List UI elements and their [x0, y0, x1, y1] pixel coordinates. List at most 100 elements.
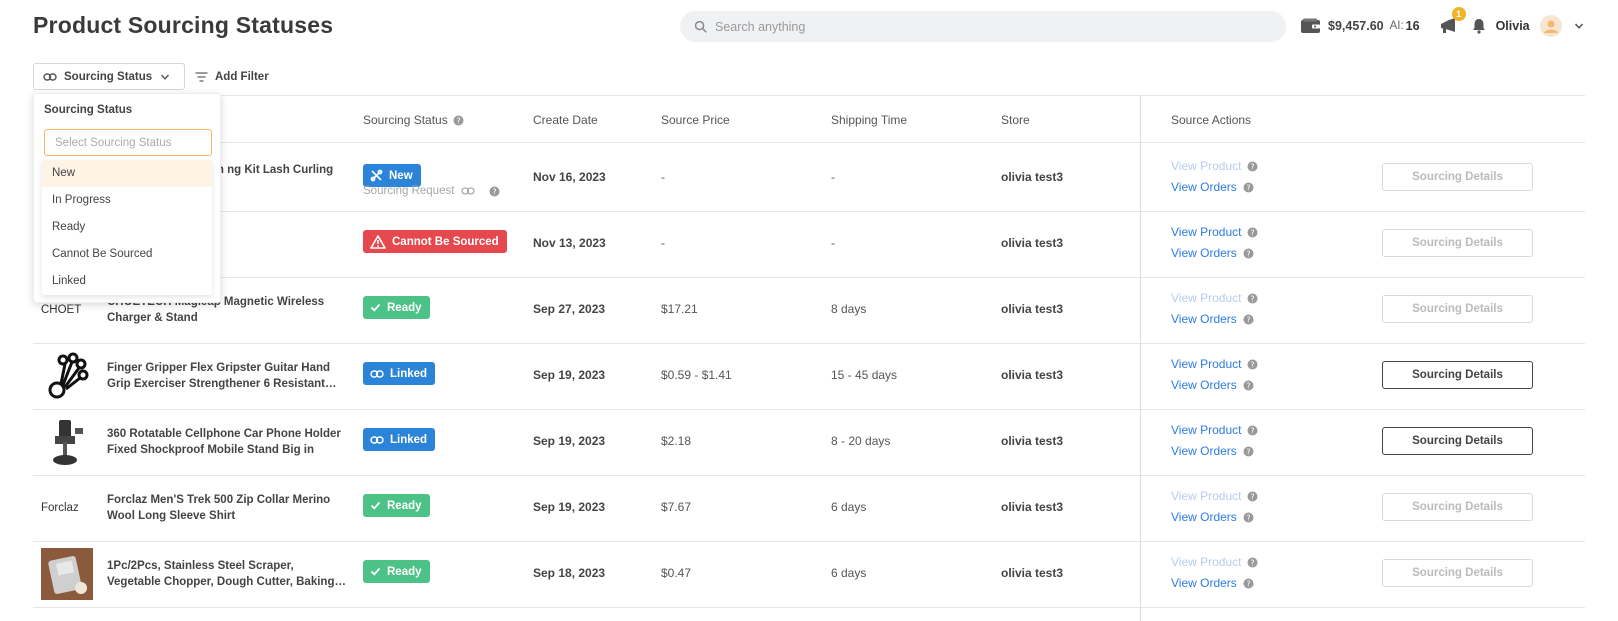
help-icon[interactable]: ?: [1247, 359, 1258, 370]
help-icon[interactable]: ?: [1247, 227, 1258, 238]
search-input[interactable]: [715, 19, 1275, 34]
view-orders-link[interactable]: View Orders?: [1171, 246, 1254, 260]
column-header-store[interactable]: Store: [1001, 113, 1030, 127]
add-filter-label: Add Filter: [215, 70, 269, 83]
svg-text:?: ?: [1251, 294, 1255, 303]
help-icon[interactable]: ?: [1243, 314, 1254, 325]
column-header-source-actions: Source Actions: [1171, 113, 1252, 127]
sourcing-details-button[interactable]: Sourcing Details: [1382, 295, 1533, 323]
view-orders-link[interactable]: View Orders?: [1171, 510, 1254, 524]
help-icon[interactable]: ?: [1247, 491, 1258, 502]
avatar[interactable]: [1539, 15, 1562, 37]
bell-icon[interactable]: [1470, 17, 1488, 35]
help-icon[interactable]: ?: [1247, 557, 1258, 568]
sourcing-status-select-input[interactable]: [44, 129, 212, 156]
link-icon: [461, 187, 476, 195]
view-product-link[interactable]: View Product?: [1171, 423, 1258, 437]
sourcing-details-button[interactable]: Sourcing Details: [1382, 493, 1533, 521]
table-row: Forclaz Forclaz Men'S Trek 500 Zip Collar…: [33, 473, 1585, 542]
view-product-link[interactable]: View Product?: [1171, 489, 1258, 503]
sourcing-details-button[interactable]: Sourcing Details: [1382, 229, 1533, 257]
product-thumbnail[interactable]: [41, 416, 93, 468]
top-right-bar: $9,457.60 AI: 16 1 Olivia: [1300, 0, 1584, 52]
sourcing-details-button[interactable]: Sourcing Details: [1382, 361, 1533, 389]
view-product-link[interactable]: View Product?: [1171, 159, 1258, 173]
help-icon[interactable]: ?: [1247, 293, 1258, 304]
source-price: $0.47: [661, 566, 692, 580]
view-orders-link[interactable]: View Orders?: [1171, 180, 1254, 194]
svg-text:?: ?: [1246, 447, 1250, 456]
username[interactable]: Olivia: [1496, 19, 1530, 33]
dropdown-option-ready[interactable]: Ready: [42, 214, 212, 241]
view-orders-link[interactable]: View Orders?: [1171, 378, 1254, 392]
view-orders-label: View Orders: [1171, 444, 1237, 458]
dropdown-option-in-progress[interactable]: In Progress: [42, 187, 212, 214]
sourcing-details-button[interactable]: Sourcing Details: [1382, 427, 1533, 455]
svg-text:?: ?: [1246, 249, 1250, 258]
product-thumbnail[interactable]: Forclaz: [41, 482, 93, 534]
view-product-link[interactable]: View Product?: [1171, 225, 1258, 239]
product-name[interactable]: Finger Gripper Flex Gripster Guitar Hand…: [107, 360, 347, 392]
sourcing-details-button[interactable]: Sourcing Details: [1382, 163, 1533, 191]
help-icon[interactable]: ?: [1243, 248, 1254, 259]
shipping-time: 15 - 45 days: [831, 368, 898, 382]
column-header-shipping-time[interactable]: Shipping Time: [831, 113, 907, 127]
svg-text:?: ?: [1251, 492, 1255, 501]
help-icon[interactable]: ?: [1243, 446, 1254, 457]
help-icon[interactable]: ?: [1243, 512, 1254, 523]
product-image: [41, 548, 93, 600]
product-thumbnail[interactable]: [41, 350, 93, 402]
status-badge-label: Ready: [387, 565, 422, 578]
table-row: Finger Gripper Flex Gripster Guitar Hand…: [33, 341, 1585, 410]
help-icon[interactable]: ?: [1243, 182, 1254, 193]
help-icon[interactable]: ?: [1247, 161, 1258, 172]
column-header-source-price[interactable]: Source Price: [661, 113, 730, 127]
view-orders-label: View Orders: [1171, 246, 1237, 260]
view-orders-label: View Orders: [1171, 312, 1237, 326]
unlink-icon: [370, 169, 383, 182]
status-badge: Linked: [363, 362, 436, 385]
view-product-link[interactable]: View Product?: [1171, 291, 1258, 305]
megaphone-icon[interactable]: 1: [1438, 7, 1466, 37]
view-product-link[interactable]: View Product?: [1171, 357, 1258, 371]
product-name[interactable]: Forclaz Men'S Trek 500 Zip Collar Merino…: [107, 492, 347, 524]
dropdown-option-linked[interactable]: Linked: [42, 268, 212, 295]
chevron-down-icon[interactable]: [1574, 21, 1584, 31]
product-name[interactable]: 1Pc/2Pcs, Stainless Steel Scraper, Veget…: [107, 558, 347, 590]
product-name[interactable]: 360 Rotatable Cellphone Car Phone Holder…: [107, 426, 347, 458]
create-date: Sep 19, 2023: [533, 434, 606, 448]
status-badge: Ready: [363, 296, 430, 319]
store-name: olivia test3: [1001, 236, 1064, 250]
column-header-create-date[interactable]: Create Date: [533, 113, 598, 127]
dropdown-option-new[interactable]: New: [42, 160, 212, 187]
shipping-time: -: [831, 236, 835, 250]
create-date: Sep 19, 2023: [533, 500, 606, 514]
column-header-sourcing-status[interactable]: Sourcing Status?: [363, 113, 464, 127]
wallet-icon[interactable]: [1300, 18, 1322, 34]
add-filter-button[interactable]: Add Filter: [195, 63, 269, 90]
sourcing-request-label: Sourcing Request: [363, 185, 455, 197]
help-icon[interactable]: ?: [1243, 380, 1254, 391]
dropdown-option-cannot-be-sourced[interactable]: Cannot Be Sourced: [42, 241, 212, 268]
help-icon[interactable]: ?: [1247, 425, 1258, 436]
help-icon[interactable]: ?: [489, 186, 500, 197]
sourcing-status-filter-button[interactable]: Sourcing Status: [33, 63, 185, 90]
view-product-label: View Product: [1171, 489, 1242, 503]
create-date: Sep 27, 2023: [533, 302, 606, 316]
status-badge-label: Ready: [387, 301, 422, 314]
create-date: Nov 13, 2023: [533, 236, 606, 250]
sourcing-details-button[interactable]: Sourcing Details: [1382, 559, 1533, 587]
view-product-link[interactable]: View Product?: [1171, 555, 1258, 569]
view-orders-link[interactable]: View Orders?: [1171, 576, 1254, 590]
svg-text:?: ?: [1251, 228, 1255, 237]
svg-text:?: ?: [1251, 162, 1255, 171]
help-icon[interactable]: ?: [453, 115, 464, 126]
status-badge-label: Cannot Be Sourced: [392, 235, 499, 248]
column-divider: [1140, 95, 1141, 621]
view-product-label: View Product: [1171, 291, 1242, 305]
product-thumbnail[interactable]: [41, 548, 93, 600]
help-icon[interactable]: ?: [1243, 578, 1254, 589]
view-orders-link[interactable]: View Orders?: [1171, 312, 1254, 326]
view-orders-link[interactable]: View Orders?: [1171, 444, 1254, 458]
search-bar[interactable]: [680, 11, 1286, 42]
